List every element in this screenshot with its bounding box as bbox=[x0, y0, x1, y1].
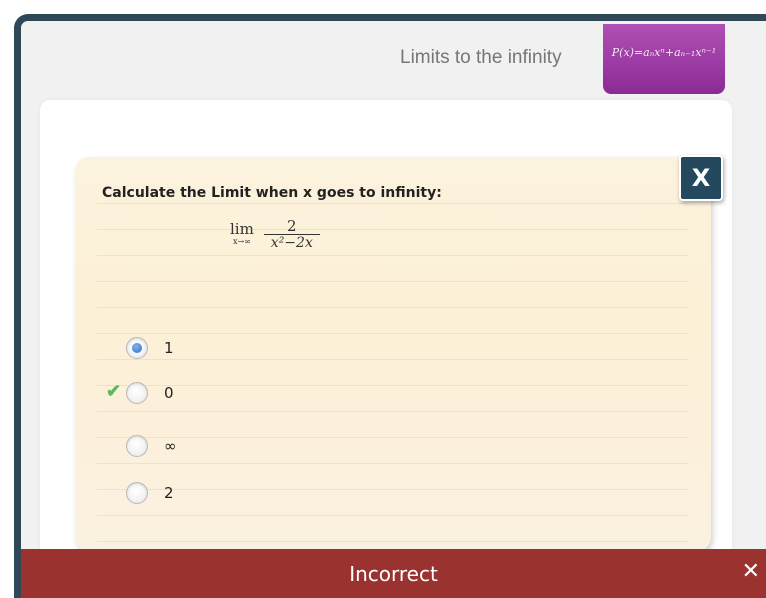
formula-badge: P(x)=aₙxⁿ+aₙ₋₁xⁿ⁻¹ bbox=[603, 24, 725, 94]
close-exercise-button[interactable]: X bbox=[679, 155, 723, 201]
fraction-numerator: 2 bbox=[287, 217, 297, 235]
correct-check-icon: ✔ bbox=[106, 381, 122, 401]
ruled-line bbox=[97, 359, 689, 360]
answer-label: 2 bbox=[164, 484, 174, 502]
radio-button[interactable] bbox=[126, 435, 148, 457]
lim-subscript: x→∞ bbox=[232, 237, 251, 246]
radio-button-selected[interactable] bbox=[126, 337, 148, 359]
limit-expression: lim x→∞ 2 x²−2x bbox=[230, 218, 320, 251]
fraction-denominator: x²−2x bbox=[270, 235, 313, 251]
radio-button[interactable] bbox=[126, 382, 148, 404]
lim-word: lim bbox=[230, 220, 254, 238]
ruled-line bbox=[97, 463, 689, 464]
answer-option[interactable]: 0 bbox=[126, 382, 174, 404]
ruled-line bbox=[97, 203, 689, 204]
ruled-line bbox=[97, 541, 689, 542]
ruled-line bbox=[97, 307, 689, 308]
ruled-line bbox=[97, 229, 689, 230]
ruled-line bbox=[97, 281, 689, 282]
ruled-line bbox=[97, 411, 689, 412]
ruled-line bbox=[97, 515, 689, 516]
question-text: Calculate the Limit when x goes to infin… bbox=[102, 185, 442, 201]
ruled-line bbox=[97, 385, 689, 386]
lesson-title: Limits to the infinity bbox=[400, 47, 562, 68]
limit-operator: lim x→∞ bbox=[230, 222, 254, 247]
answer-label: 1 bbox=[164, 339, 174, 357]
answer-option[interactable]: ∞ bbox=[126, 435, 177, 457]
ruled-line bbox=[97, 437, 689, 438]
feedback-bar: Incorrect ✕ bbox=[21, 549, 766, 598]
fraction: 2 x²−2x bbox=[263, 217, 320, 251]
answer-option[interactable]: 2 bbox=[126, 482, 174, 504]
close-feedback-icon[interactable]: ✕ bbox=[742, 559, 760, 584]
ruled-line bbox=[97, 255, 689, 256]
feedback-text: Incorrect bbox=[349, 561, 438, 586]
radio-button[interactable] bbox=[126, 482, 148, 504]
answer-label: ∞ bbox=[164, 437, 177, 455]
answer-label: 0 bbox=[164, 384, 174, 402]
answer-option[interactable]: 1 bbox=[126, 337, 174, 359]
ruled-line bbox=[97, 489, 689, 490]
ruled-line bbox=[97, 333, 689, 334]
